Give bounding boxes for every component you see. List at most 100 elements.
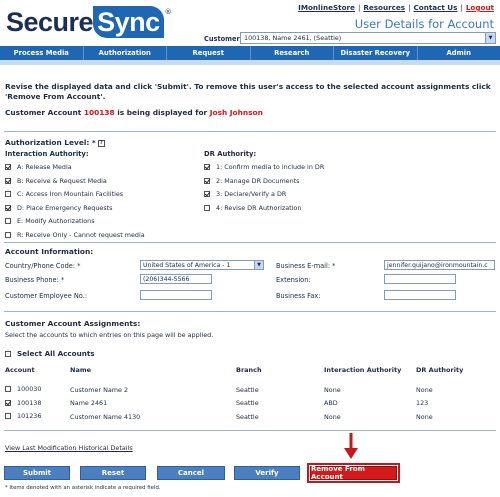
interaction-authority-heading: Interaction Authority: [5, 150, 89, 158]
country-phone-code-select[interactable]: United States of America - 1 ▼ [140, 260, 264, 270]
interaction-authority-checkbox[interactable] [5, 164, 11, 170]
user-name: Josh Johnson [209, 108, 263, 117]
interaction-authority-option[interactable]: R: Receive Only - Cannot request media [5, 231, 145, 239]
dr-authority-option[interactable]: 1: Confirm media to include in DR [204, 163, 324, 171]
dr-authority-option[interactable]: 4: Revise DR Authorization [204, 204, 301, 212]
row-dr: 123 [416, 399, 429, 407]
row-interaction: None [324, 385, 341, 394]
interaction-authority-option[interactable]: C: Access Iron Mountain Facilities [5, 190, 123, 198]
cancel-button[interactable]: Cancel [157, 466, 225, 480]
customer-select-value: 100138, Name 2461, (Seattle) [244, 34, 342, 42]
business-fax-field[interactable] [384, 290, 456, 300]
business-email-label: Business E-mail: * [276, 262, 336, 270]
nav-authorization[interactable]: Authorization [84, 46, 167, 60]
help-icon[interactable]: ? [97, 140, 105, 147]
dr-authority-checkbox[interactable] [204, 191, 210, 197]
nav-admin[interactable]: Admin [418, 46, 500, 60]
row-name: Customer Name 2 [70, 385, 129, 394]
customer-employee-no-field[interactable] [140, 290, 212, 300]
instructions-text: Revise the displayed data and click 'Sub… [5, 82, 491, 101]
main-nav: Process Media Authorization Request Rese… [0, 46, 500, 60]
divider [4, 131, 496, 132]
col-header-account: Account [5, 366, 35, 374]
assignments-heading: Customer Account Assignments: [5, 319, 141, 328]
authorization-heading: Authorization Level: *? [5, 138, 105, 147]
business-phone-field[interactable]: (206)344-5566 [140, 274, 212, 284]
row-account: 100138 [17, 398, 42, 407]
contact-us-link[interactable]: Contact Us [413, 3, 457, 12]
row-name: Customer Name 4130 [70, 412, 141, 421]
chevron-down-icon: ▼ [254, 261, 263, 269]
table-row[interactable]: 100030 [5, 385, 41, 393]
divider [4, 242, 496, 243]
dr-authority-checkbox[interactable] [204, 177, 210, 184]
divider [4, 430, 496, 431]
table-row[interactable]: 100138 [5, 399, 41, 407]
interaction-authority-checkbox[interactable] [5, 177, 11, 184]
divider [4, 311, 496, 312]
nav-request[interactable]: Request [167, 46, 251, 60]
business-phone-label: Business Phone: * [5, 276, 65, 284]
dr-authority-label: 2: Manage DR Documents [216, 176, 300, 185]
interaction-authority-label: A: Release Media [17, 163, 72, 171]
extension-label: Extension: [276, 276, 311, 284]
row-checkbox[interactable] [5, 399, 11, 406]
row-dr: None [416, 385, 433, 394]
interaction-authority-checkbox[interactable] [5, 204, 11, 211]
row-branch: Seattle [236, 385, 259, 394]
interaction-authority-checkbox[interactable] [5, 191, 11, 197]
interaction-authority-label: E: Modify Authorizations [17, 217, 95, 225]
resources-link[interactable]: Resources [363, 3, 405, 12]
page-title: User Details for Account [354, 17, 494, 31]
extension-field[interactable] [384, 274, 456, 284]
customer-employee-no-label: Customer Employee No.: [5, 292, 88, 300]
dr-authority-heading: DR Authority: [204, 150, 257, 158]
customer-select[interactable]: 100138, Name 2461, (Seattle) ▼ [240, 32, 496, 44]
nav-process-media[interactable]: Process Media [0, 46, 84, 60]
row-branch: Seattle [236, 412, 259, 421]
dr-authority-label: 3: Declare/Verify a DR [216, 190, 287, 198]
row-account: 101236 [17, 412, 42, 420]
interaction-authority-option[interactable]: B: Receive & Request Media [5, 177, 107, 185]
interaction-authority-option[interactable]: A: Release Media [5, 163, 72, 171]
assignments-subtext: Select the accounts to which entries on … [5, 331, 214, 339]
interaction-authority-label: B: Receive & Request Media [17, 176, 107, 185]
required-footnote: * Items denoted with an asterisk indicat… [5, 485, 161, 491]
interaction-authority-label: R: Receive Only - Cannot request media [17, 230, 145, 239]
row-interaction: None [324, 412, 341, 421]
interaction-authority-checkbox[interactable] [5, 218, 11, 224]
dr-authority-checkbox[interactable] [204, 204, 210, 211]
row-name: Name 2461 [70, 399, 108, 407]
chevron-down-icon: ▼ [485, 33, 495, 43]
table-row[interactable]: 101236 [5, 412, 41, 420]
select-all-checkbox[interactable] [5, 350, 11, 357]
interaction-authority-option[interactable]: D: Place Emergency Requests [5, 204, 113, 212]
account-display-line: Customer Account 100138 is being display… [5, 108, 263, 117]
interaction-authority-checkbox[interactable] [5, 231, 11, 238]
submit-button[interactable]: Submit [4, 466, 70, 480]
dr-authority-option[interactable]: 2: Manage DR Documents [204, 177, 300, 185]
dr-authority-label: 1: Confirm media to include in DR [216, 163, 325, 171]
row-checkbox[interactable] [5, 386, 11, 392]
country-phone-code-label: Country/Phone Code: * [5, 262, 81, 270]
nav-research[interactable]: Research [251, 46, 334, 60]
top-links: IMonlineStore | Resources | Contact Us | Logou… [298, 3, 494, 12]
sub-nav-bar [0, 60, 500, 65]
row-branch: Seattle [236, 399, 259, 407]
view-history-link[interactable]: View Last Modification Historical Detail… [5, 444, 133, 452]
select-all-accounts[interactable]: Select All Accounts [5, 349, 95, 358]
imonlinestore-link[interactable]: IMonlineStore [298, 3, 355, 12]
verify-button[interactable]: Verify [234, 466, 300, 480]
nav-disaster-recovery[interactable]: Disaster Recovery [334, 46, 418, 60]
logout-link[interactable]: Logout [466, 3, 494, 12]
account-number: 100138 [83, 108, 115, 117]
remove-from-account-button[interactable]: Remove From Account [307, 463, 400, 483]
business-email-field[interactable]: jennifer.quijano@ironmountain.c [384, 260, 495, 270]
securesync-logo: Secure Sync ® [6, 6, 172, 38]
dr-authority-checkbox[interactable] [204, 164, 210, 170]
reset-button[interactable]: Reset [80, 466, 146, 480]
business-fax-label: Business Fax: [276, 292, 321, 300]
row-checkbox[interactable] [5, 413, 11, 419]
interaction-authority-option[interactable]: E: Modify Authorizations [5, 217, 95, 225]
dr-authority-option[interactable]: 3: Declare/Verify a DR [204, 190, 286, 198]
